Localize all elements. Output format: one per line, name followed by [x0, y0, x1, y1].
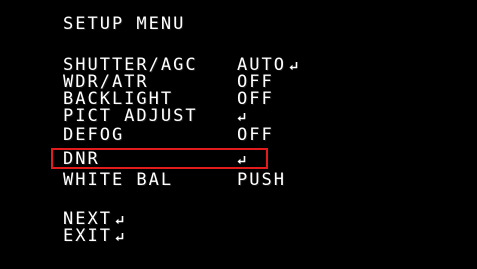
- osd-screen: SETUP MENU SHUTTER/AGC AUTO WDR/ATR OFF …: [0, 0, 477, 269]
- menu-value-backlight[interactable]: OFF: [237, 91, 274, 108]
- menu-value-pict-adjust[interactable]: [237, 108, 246, 125]
- enter-return-icon: [115, 215, 124, 225]
- menu-value-white-bal[interactable]: PUSH: [237, 172, 286, 189]
- exit-item[interactable]: EXIT: [63, 228, 124, 245]
- enter-return-icon: [237, 155, 246, 165]
- menu-item-dnr[interactable]: DNR: [63, 151, 100, 168]
- menu-value-defog[interactable]: OFF: [237, 127, 274, 144]
- menu-item-pict-adjust[interactable]: PICT ADJUST: [63, 108, 198, 125]
- enter-return-icon: [289, 61, 298, 71]
- menu-item-defog[interactable]: DEFOG: [63, 127, 124, 144]
- menu-title: SETUP MENU: [63, 14, 186, 34]
- menu-item-white-bal[interactable]: WHITE BAL: [63, 172, 173, 189]
- menu-value-dnr[interactable]: [237, 151, 246, 168]
- enter-return-icon: [115, 232, 124, 242]
- enter-return-icon: [237, 112, 246, 122]
- exit-label: EXIT: [63, 226, 112, 246]
